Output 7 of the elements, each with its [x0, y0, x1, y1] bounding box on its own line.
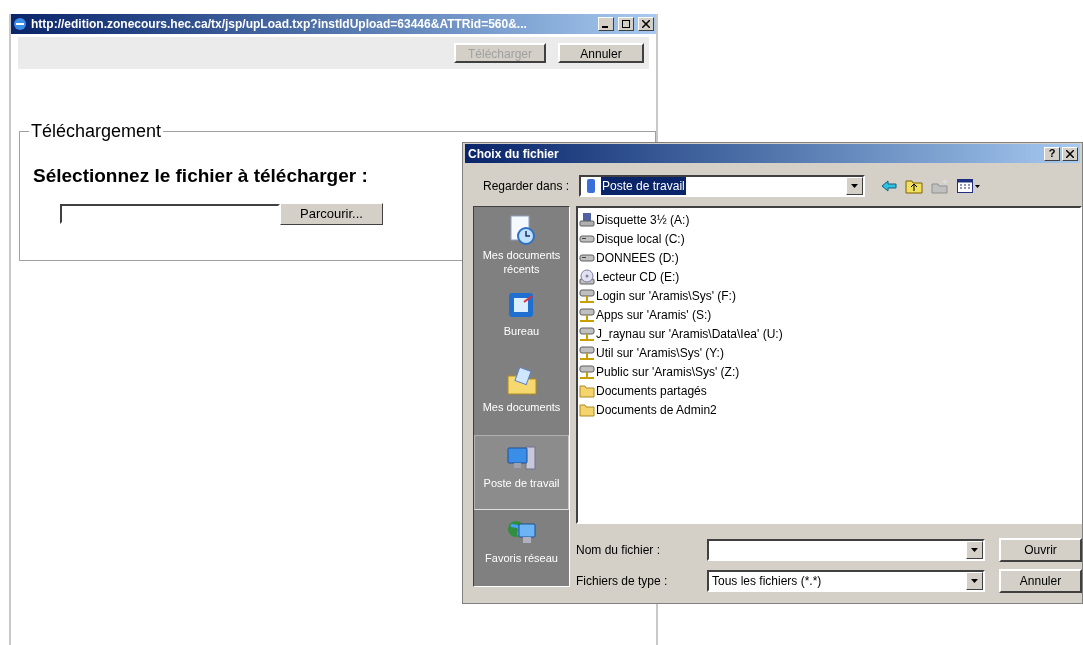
file-name-label: Nom du fichier : [576, 542, 662, 559]
look-in-value: Poste de travail [601, 177, 686, 195]
file-type-label: Fichiers de type : [576, 573, 669, 590]
section-heading: Sélectionnez le fichier à télécharger : [33, 164, 368, 188]
dialog-title: Choix du fichier [468, 145, 560, 163]
window-title: http://edition.zonecours.hec.ca/tx/jsp/upLoad.txp?instIdUpload=63446&ATTRid=560&... [31, 16, 528, 33]
look-in-label: Regarder dans : [483, 178, 571, 195]
